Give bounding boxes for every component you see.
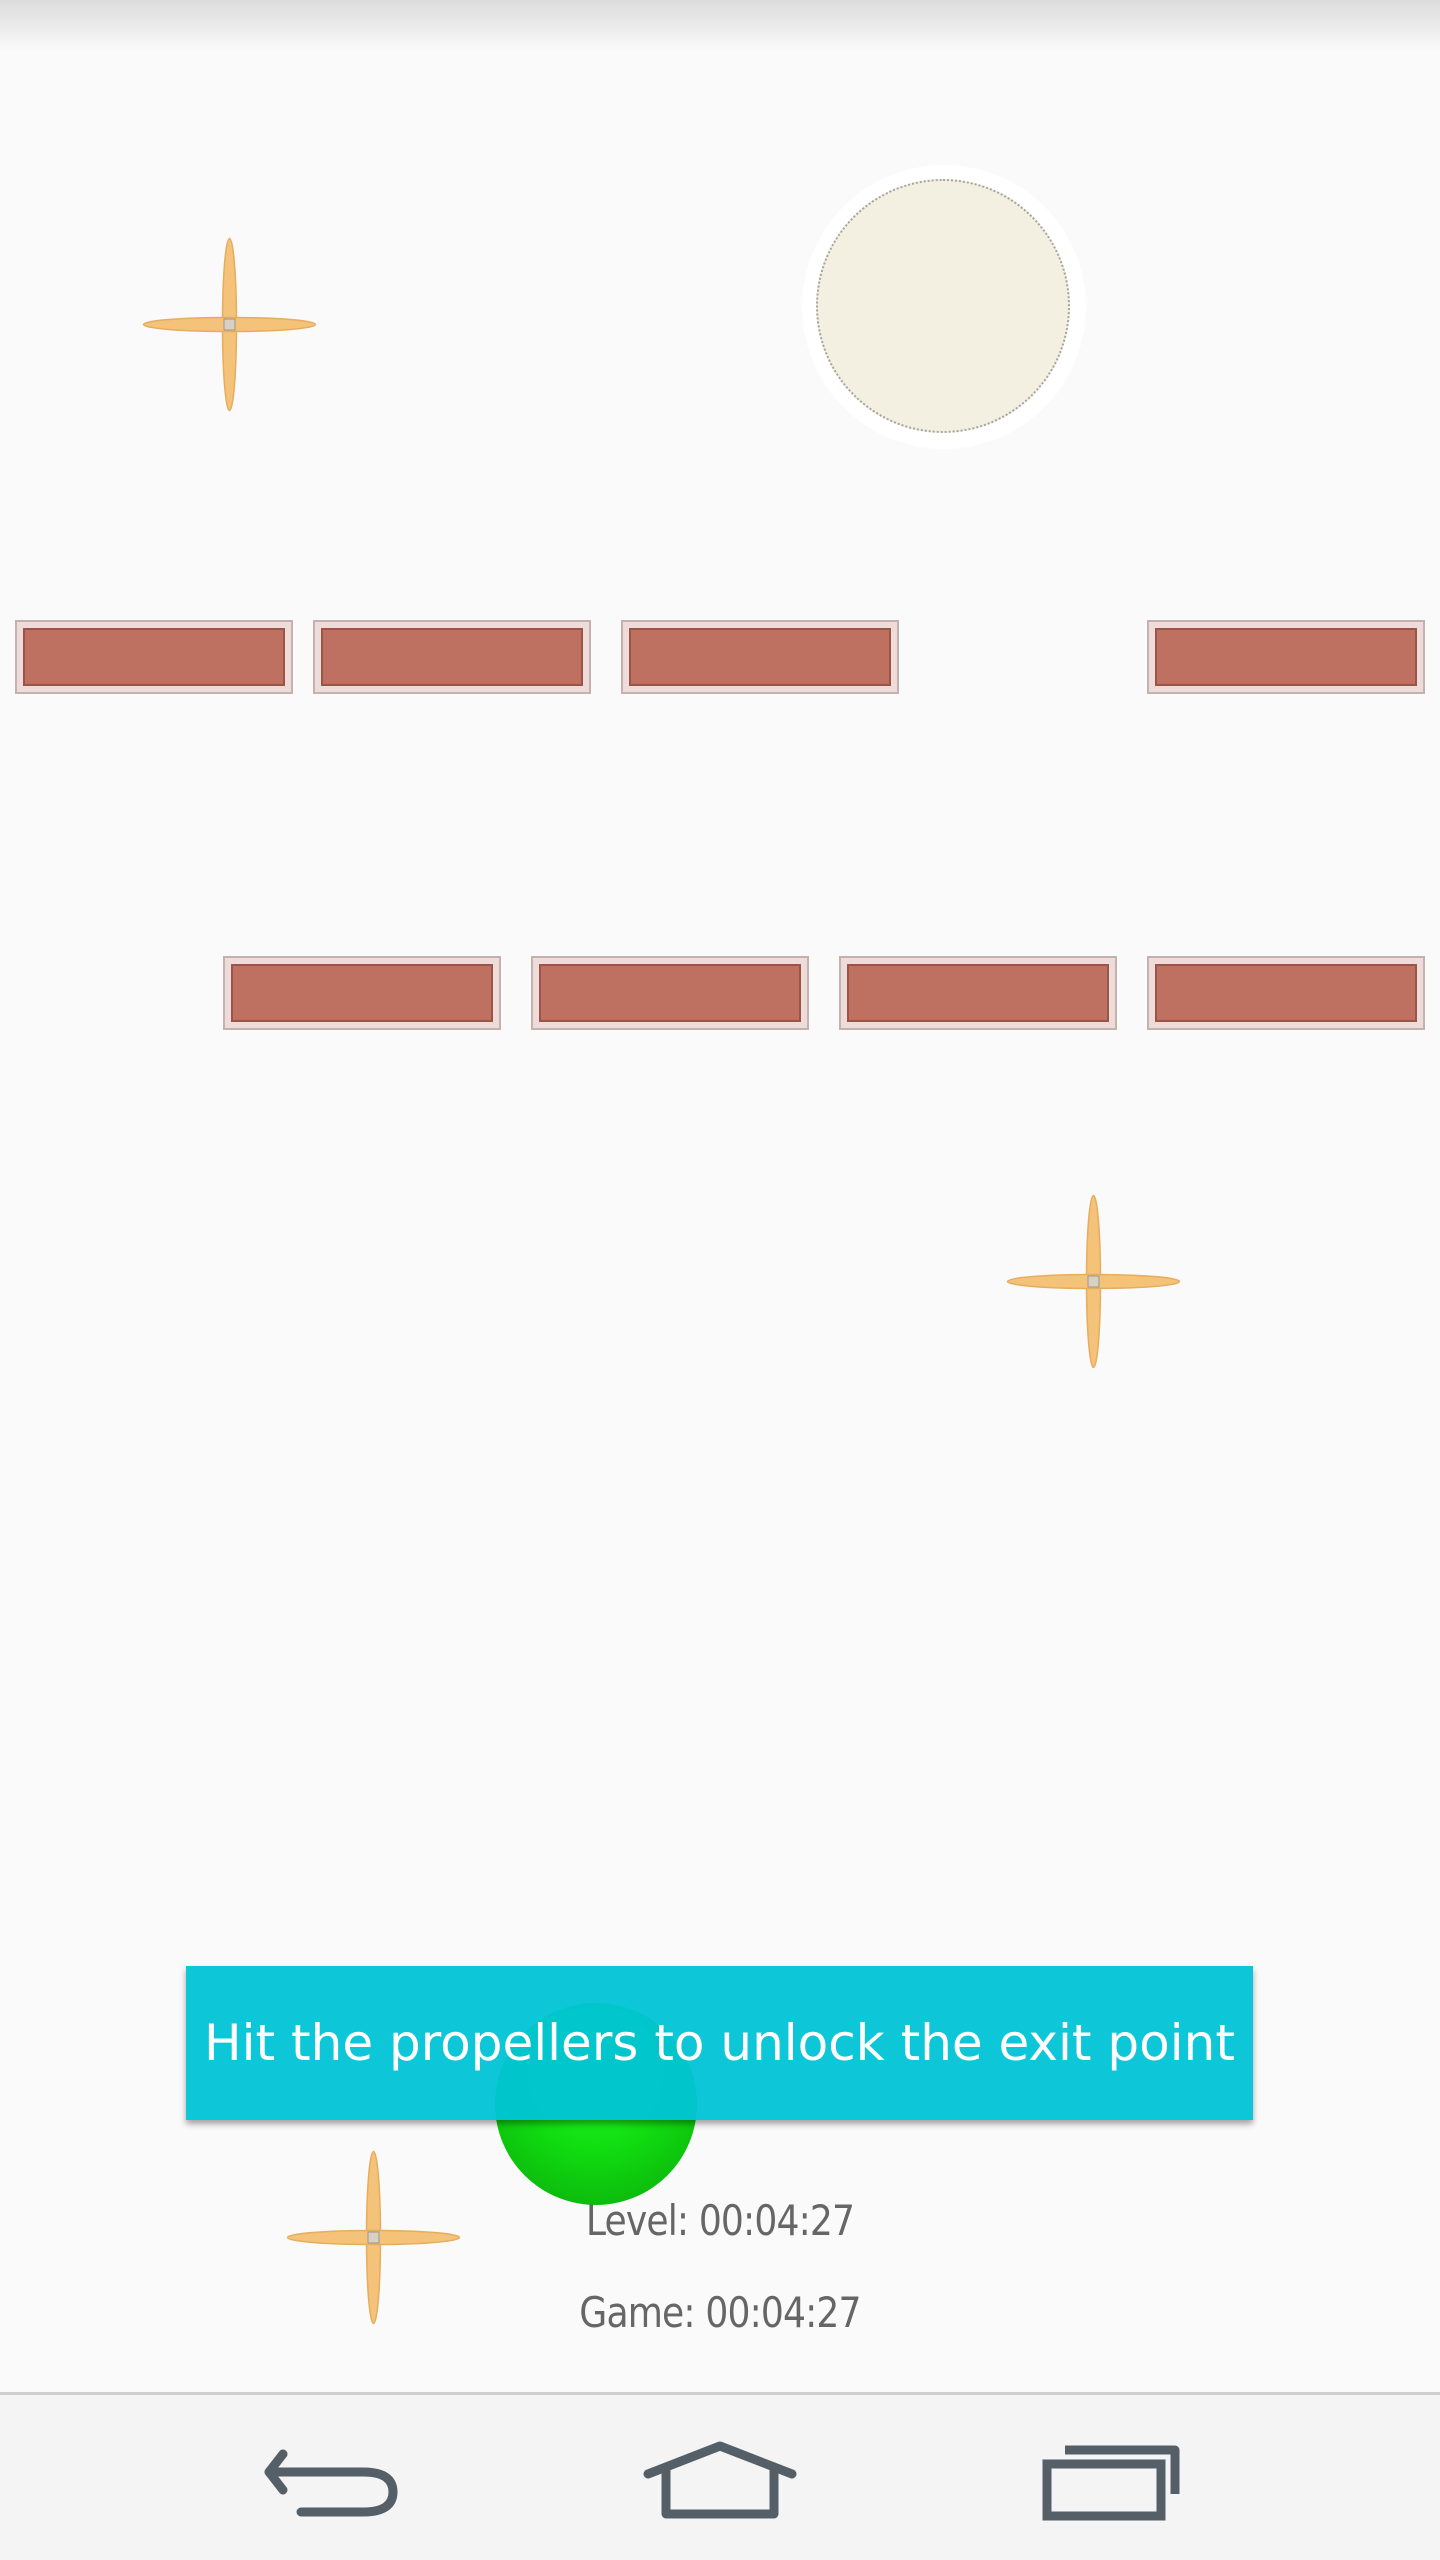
hint-toast-message: Hit the propellers to unlock the exit po… [204,2014,1235,2072]
home-icon [643,2441,797,2519]
game-timer: Game: 00:04:27 [579,2288,861,2337]
brick [225,958,499,1028]
brick [841,958,1115,1028]
navigation-bar [0,2392,1440,2560]
back-icon [264,2449,398,2517]
exit-point-inner [816,179,1070,433]
brick [1149,622,1423,692]
home-button[interactable] [630,2419,810,2539]
recent-apps-button[interactable] [1020,2419,1200,2539]
brick [623,622,897,692]
propeller-icon [1006,1194,1181,1369]
brick [315,622,589,692]
brick [1149,958,1423,1028]
play-field[interactable]: Level: 00:04:27 Game: 00:04:27 Hit the p… [0,0,1440,2392]
game-screen[interactable]: Level: 00:04:27 Game: 00:04:27 Hit the p… [0,0,1440,2560]
brick [17,622,291,692]
recent-apps-icon [1042,2445,1180,2521]
propeller-icon [142,237,317,412]
exit-point [802,165,1086,449]
level-timer: Level: 00:04:27 [585,2196,855,2245]
hint-toast: Hit the propellers to unlock the exit po… [186,1966,1253,2120]
back-button[interactable] [240,2419,420,2539]
brick [533,958,807,1028]
propeller-icon [286,2150,461,2325]
